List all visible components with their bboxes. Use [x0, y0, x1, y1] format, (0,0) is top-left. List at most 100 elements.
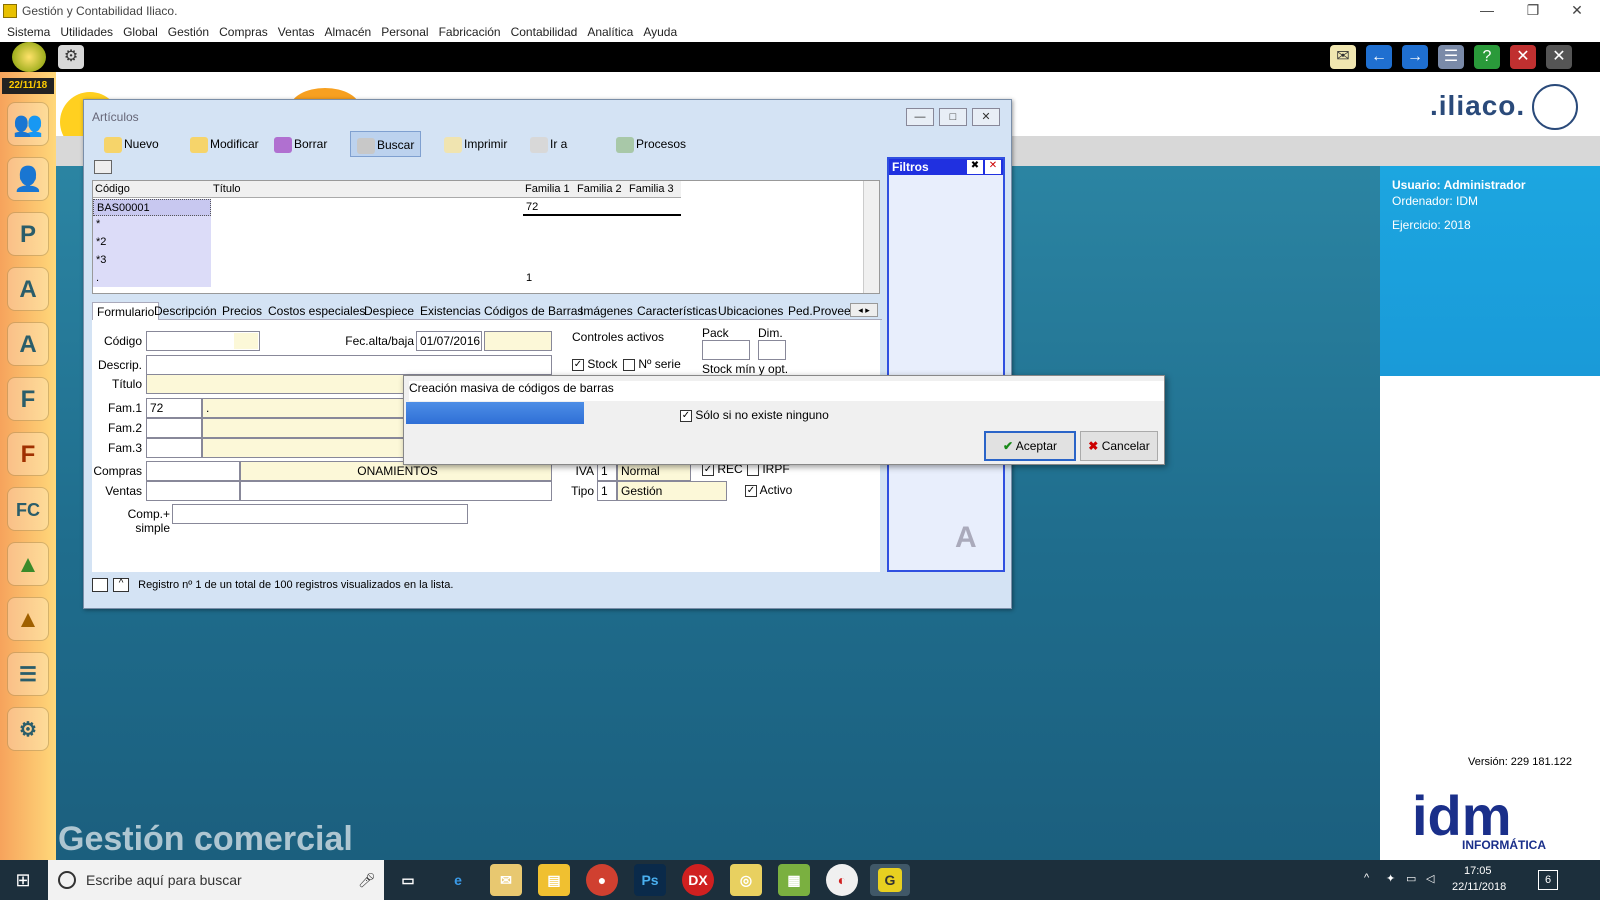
restore-button[interactable]: ❐: [1510, 2, 1556, 22]
menu-ventas[interactable]: Ventas: [278, 23, 315, 42]
table-row[interactable]: .: [93, 270, 211, 287]
ledger-icon[interactable]: ☰: [7, 652, 49, 696]
compras-input[interactable]: [146, 461, 240, 481]
status-icon-1[interactable]: [92, 578, 108, 593]
pack-input[interactable]: [702, 340, 750, 360]
letter-f-icon[interactable]: F: [7, 377, 49, 421]
grid-scrollbar[interactable]: [863, 181, 879, 293]
clock-date[interactable]: 22/11/2018: [1452, 881, 1506, 893]
task-view-icon[interactable]: ▭: [392, 864, 424, 896]
fam1-code-input[interactable]: 72: [146, 398, 202, 418]
activo-checkbox[interactable]: ✓: [745, 484, 757, 497]
user-a-icon[interactable]: A: [7, 267, 49, 311]
table-row[interactable]: *3: [93, 252, 211, 269]
menu-sistema[interactable]: Sistema: [7, 23, 50, 42]
status-icon-up[interactable]: ^: [113, 578, 130, 593]
borrar-button[interactable]: Borrar: [268, 131, 333, 157]
tab-despiece[interactable]: Despiece: [360, 302, 418, 320]
descrip-input[interactable]: [146, 355, 552, 375]
tab-codigos-barras[interactable]: Códigos de Barras: [480, 302, 587, 320]
photoshop-icon[interactable]: Ps: [634, 864, 666, 896]
menu-almacen[interactable]: Almacén: [325, 23, 372, 42]
menu-gestion[interactable]: Gestión: [168, 23, 209, 42]
volume-icon[interactable]: ◁: [1426, 872, 1434, 885]
col-codigo[interactable]: Código: [93, 181, 211, 198]
app-red-icon[interactable]: ◐: [826, 864, 858, 896]
solo-si-checkbox[interactable]: ✓: [680, 409, 692, 422]
col-familia1[interactable]: Familia 1: [523, 181, 575, 198]
menu-fabricacion[interactable]: Fabricación: [439, 23, 501, 42]
close-all-icon[interactable]: ✕: [1546, 45, 1572, 69]
dim-input[interactable]: [758, 340, 786, 360]
fpc-icon[interactable]: FC: [7, 487, 49, 531]
ir-a-button[interactable]: Ir a: [524, 131, 573, 157]
filtros-close-icon[interactable]: ✕: [985, 160, 1001, 174]
col-familia3[interactable]: Familia 3: [627, 181, 681, 198]
minimize-button[interactable]: —: [1464, 2, 1510, 22]
table-cell[interactable]: 72: [523, 199, 575, 216]
table-row[interactable]: *: [93, 216, 211, 233]
col-titulo[interactable]: Título: [211, 181, 523, 198]
app-shortcut-icon[interactable]: ⚙: [58, 45, 84, 69]
buscar-button[interactable]: Buscar: [350, 131, 422, 157]
col-familia2[interactable]: Familia 2: [575, 181, 627, 198]
table-cell[interactable]: 1: [523, 270, 575, 287]
tab-precios[interactable]: Precios: [218, 302, 266, 320]
tab-imagenes[interactable]: Imágenes: [576, 302, 637, 320]
tools-icon[interactable]: ⚙: [7, 707, 49, 751]
fam3-code-input[interactable]: [146, 438, 202, 458]
tab-existencias[interactable]: Existencias: [416, 302, 485, 320]
art-close-button[interactable]: ✕: [972, 108, 1000, 126]
menu-global[interactable]: Global: [123, 23, 158, 42]
imprimir-button[interactable]: Imprimir: [438, 131, 513, 157]
microphone-icon[interactable]: 🎤︎: [358, 860, 376, 900]
tab-caracteristicas[interactable]: Características: [633, 302, 721, 320]
orb-icon[interactable]: [12, 42, 46, 72]
art-maximize-button[interactable]: □: [939, 108, 967, 126]
forward-arrow-icon[interactable]: →: [1402, 45, 1428, 69]
start-button[interactable]: ⊞: [0, 860, 46, 900]
mail-app-icon[interactable]: ✉: [490, 864, 522, 896]
user-p-icon[interactable]: P: [7, 212, 49, 256]
fam2-code-input[interactable]: [146, 418, 202, 438]
procesos-button[interactable]: Procesos: [610, 131, 692, 157]
gestion-app-active-icon[interactable]: G: [870, 864, 910, 896]
menu-personal[interactable]: Personal: [381, 23, 428, 42]
nserie-check[interactable]: Nº serie: [623, 357, 681, 371]
solo-si-check[interactable]: ✓ Sólo si no existe ninguno: [680, 408, 829, 422]
comp-simple-input[interactable]: [172, 504, 468, 524]
activo-check[interactable]: ✓ Activo: [745, 483, 792, 497]
shopping-bag-orange-icon[interactable]: ▲: [7, 597, 49, 641]
user-icon[interactable]: 👤: [7, 157, 49, 201]
ventas-input[interactable]: [146, 481, 240, 501]
back-arrow-icon[interactable]: ←: [1366, 45, 1392, 69]
letter-a-icon[interactable]: A: [7, 322, 49, 366]
fec-baja-input[interactable]: [484, 331, 552, 351]
menu-compras[interactable]: Compras: [219, 23, 268, 42]
tipo-code-input[interactable]: 1: [597, 481, 617, 501]
nserie-checkbox[interactable]: [623, 358, 635, 371]
rec-checkbox[interactable]: ✓: [702, 463, 714, 476]
iliaco-app-icon[interactable]: ◎: [730, 864, 762, 896]
spreadsheet-icon[interactable]: ▦: [778, 864, 810, 896]
table-row[interactable]: BAS00001: [93, 199, 211, 216]
irpf-checkbox[interactable]: [747, 463, 759, 476]
art-minimize-button[interactable]: —: [906, 108, 934, 126]
tray-chevron-icon[interactable]: ^: [1364, 872, 1369, 884]
nuevo-button[interactable]: Nuevo: [98, 131, 165, 157]
tab-costos[interactable]: Costos especiales: [264, 302, 369, 320]
accept-button[interactable]: ✔ Aceptar: [984, 431, 1076, 461]
pin-icon[interactable]: ✖: [967, 160, 983, 174]
tab-scroll-arrows[interactable]: ◂ ▸: [850, 303, 878, 317]
explorer-icon[interactable]: ▤: [538, 864, 570, 896]
table-row[interactable]: *2: [93, 234, 211, 251]
stock-checkbox[interactable]: ✓: [572, 358, 584, 371]
menu-ayuda[interactable]: Ayuda: [643, 23, 677, 42]
shopping-bag-icon[interactable]: ▲: [7, 542, 49, 586]
edge-icon[interactable]: e: [442, 864, 474, 896]
cancel-button[interactable]: ✖ Cancelar: [1080, 431, 1158, 461]
modificar-button[interactable]: Modificar: [184, 131, 265, 157]
network-icon[interactable]: ▭: [1406, 872, 1416, 885]
dropbox-icon[interactable]: ✦: [1386, 872, 1395, 885]
menu-contabilidad[interactable]: Contabilidad: [511, 23, 578, 42]
